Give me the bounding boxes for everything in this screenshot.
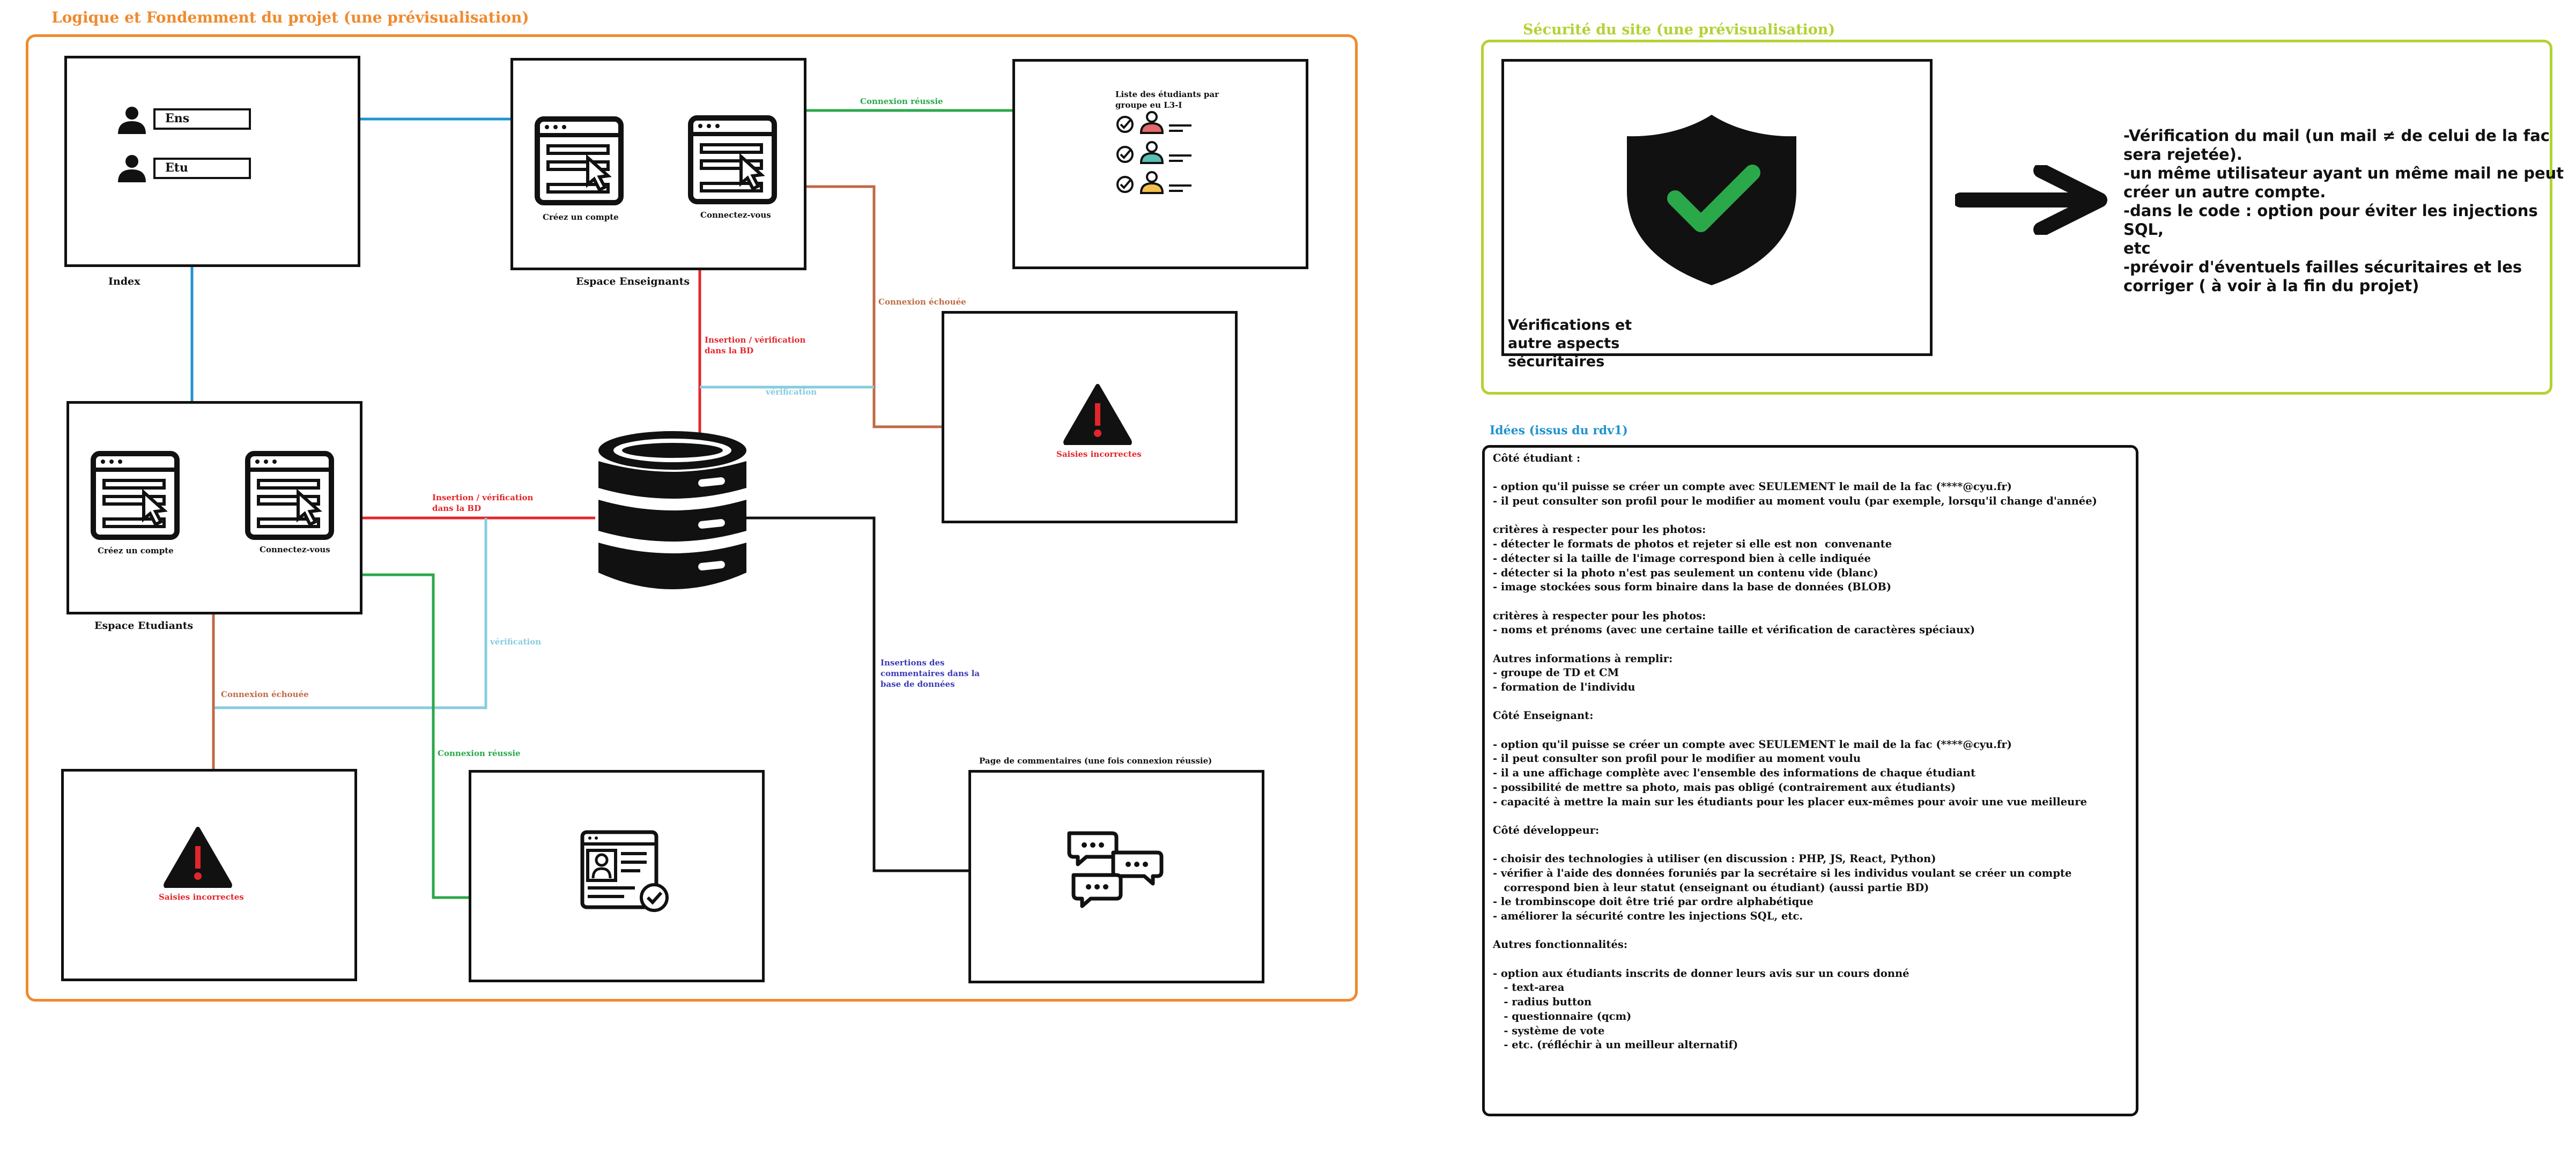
arrow-right-icon: [1955, 165, 2107, 235]
ideas-line: - choisir des technologies à utiliser (e…: [1493, 853, 1936, 865]
ideas-line: - il peut consulter son profil pour le m…: [1493, 495, 2097, 508]
warning-icon: [1063, 384, 1132, 445]
ideas-line: - image stockées sous form binaire dans …: [1493, 581, 1892, 594]
index-label: Index: [108, 276, 140, 287]
student-list-title: Liste des étudiants par groupe eu L3-I: [1115, 90, 1219, 110]
ideas-notes: Côté étudiant : - option qu'il puisse se …: [1493, 451, 2097, 1053]
security-line: corriger ( à voir à la fin du projet): [2123, 277, 2419, 295]
ideas-line: Côté étudiant :: [1493, 452, 1581, 464]
ideas-line: [1493, 509, 2097, 523]
profile-card-icon: [580, 830, 669, 912]
line-students-profile: [360, 573, 471, 899]
ideas-line: - etc. (réfléchir à un meilleur alternat…: [1493, 1039, 1738, 1051]
students-login-label: Connectez-vous: [260, 545, 330, 554]
ideas-line: [1493, 924, 2097, 938]
security-line: -prévoir d'éventuels failles sécuritaire…: [2123, 258, 2522, 276]
ideas-line: - possibilité de mettre sa photo, mais p…: [1493, 781, 1956, 794]
teachers-login-label: Connectez-vous: [700, 210, 771, 220]
ideas-line: - option aux étudiants inscrits de donne…: [1493, 967, 1909, 980]
shield-check-icon: [1627, 115, 1796, 285]
ideas-line: [1493, 695, 2097, 709]
warning-icon: [164, 827, 232, 888]
security-line: -un même utilisateur ayant un même mail …: [2123, 164, 2564, 182]
label-connexion-reussie-bottom: Connexion réussie: [438, 749, 521, 758]
shield-caption: Vérifications et autre aspects sécuritai…: [1508, 317, 1632, 370]
ideas-line: - option qu'il puisse se créer un compte…: [1493, 480, 2012, 493]
create-account-icon[interactable]: [90, 450, 181, 542]
user-icon: [118, 107, 146, 134]
ideas-line: - vérifier à l'aide des données foruniés…: [1493, 866, 2072, 879]
ideas-line: - radius button: [1493, 996, 1592, 1009]
label-verification-left: vérification: [490, 637, 542, 647]
label-verification-top: vérification: [766, 387, 817, 397]
create-account-icon[interactable]: [534, 116, 625, 207]
security-line: -dans le code : option pour éviter les i…: [2123, 202, 2538, 239]
ideas-section-title: Idées (issus du rdv1): [1490, 424, 1628, 438]
ideas-line: [1493, 595, 2097, 609]
student-list-icon: [1116, 111, 1191, 194]
ideas-line: - capacité à mettre la main sur les étud…: [1493, 795, 2087, 808]
label-connexion-reussie-top: Connexion réussie: [860, 97, 943, 106]
ideas-line: critères à respecter pour les photos:: [1493, 523, 1706, 536]
ideas-line: correspond bien à leur statut (enseignan…: [1493, 881, 1929, 894]
ideas-line: - formation de l'individu: [1493, 681, 1635, 693]
ideas-line: - détecter si la taille de l'image corre…: [1493, 552, 1871, 565]
comments-title: Page de commentaires (une fois connexion…: [979, 756, 1212, 766]
ideas-line: [1493, 838, 2097, 853]
label-connexion-echouee-bottom: Connexion échouée: [221, 690, 309, 699]
teacher-error-label: Saisies incorrectes: [1056, 449, 1142, 459]
ideas-line: - détecter si la photo n'est pas seuleme…: [1493, 566, 1878, 579]
database-icon: [598, 431, 746, 589]
label-insertions-commentaires: Insertions des commentaires dans la base…: [880, 658, 980, 689]
security-points: -Vérification du mail (un mail ≠ de celu…: [2123, 127, 2576, 295]
ideas-line: [1493, 638, 2097, 652]
ideas-line: - le trombinscope doit être trié par ord…: [1493, 895, 1813, 908]
ideas-line: critères à respecter pour les photos:: [1493, 609, 1706, 622]
ideas-line: - il a une affichage complète avec l'ens…: [1493, 767, 1976, 780]
student-error-label: Saisies incorrectes: [159, 892, 244, 902]
ideas-line: - groupe de TD et CM: [1493, 666, 1619, 679]
ideas-line: - il peut consulter son profil pour le m…: [1493, 752, 1861, 765]
teachers-create-label: Créez un compte: [543, 212, 619, 222]
ideas-line: - améliorer la sécurité contre les injec…: [1493, 910, 1803, 922]
security-line: créer un autre compte.: [2123, 183, 2326, 201]
security-line: sera rejetée).: [2123, 145, 2242, 164]
line-db-comments: [745, 516, 971, 872]
ideas-line: - détecter le formats de photos et rejet…: [1493, 538, 1892, 551]
students-space-label: Espace Etudiants: [94, 620, 194, 632]
ideas-line: [1493, 466, 2097, 480]
ideas-line: Autres fonctionnalités:: [1493, 938, 1628, 951]
ideas-line: Côté développeur:: [1493, 824, 1600, 836]
students-create-label: Créez un compte: [98, 546, 174, 555]
security-section-title: Sécurité du site (une prévisualisation): [1523, 21, 1835, 38]
teachers-space-label: Espace Enseignants: [576, 276, 690, 287]
ideas-line: - questionnaire (qcm): [1493, 1010, 1632, 1022]
ideas-line: [1493, 952, 2097, 967]
label-connexion-echouee-top: Connexion échouée: [878, 297, 966, 307]
line-teachers-error: [805, 185, 945, 428]
security-line: -Vérification du mail (un mail ≠ de celu…: [2123, 127, 2550, 145]
label-insertion-bd-top: Insertion / vérification dans la BD: [705, 335, 806, 355]
ideas-line: - text-area: [1493, 981, 1565, 994]
ideas-line: [1493, 809, 2097, 824]
label-insertion-bd-left: Insertion / vérification dans la BD: [432, 493, 534, 513]
security-line: etc: [2123, 239, 2151, 257]
ideas-line: [1493, 723, 2097, 738]
ideas-line: - option qu'il puisse se créer un compte…: [1493, 738, 2012, 751]
ideas-line: Côté Enseignant:: [1493, 709, 1594, 722]
chat-bubbles-icon: [1067, 831, 1164, 908]
login-icon[interactable]: [245, 450, 336, 542]
etu-field[interactable]: Etu: [153, 158, 251, 179]
user-icon: [118, 155, 146, 182]
ideas-line: Autres informations à remplir:: [1493, 652, 1673, 665]
login-icon[interactable]: [687, 115, 779, 206]
ideas-line: - système de vote: [1493, 1024, 1605, 1037]
ideas-line: - noms et prénoms (avec une certaine tai…: [1493, 624, 1975, 636]
ens-field[interactable]: Ens: [153, 108, 251, 130]
